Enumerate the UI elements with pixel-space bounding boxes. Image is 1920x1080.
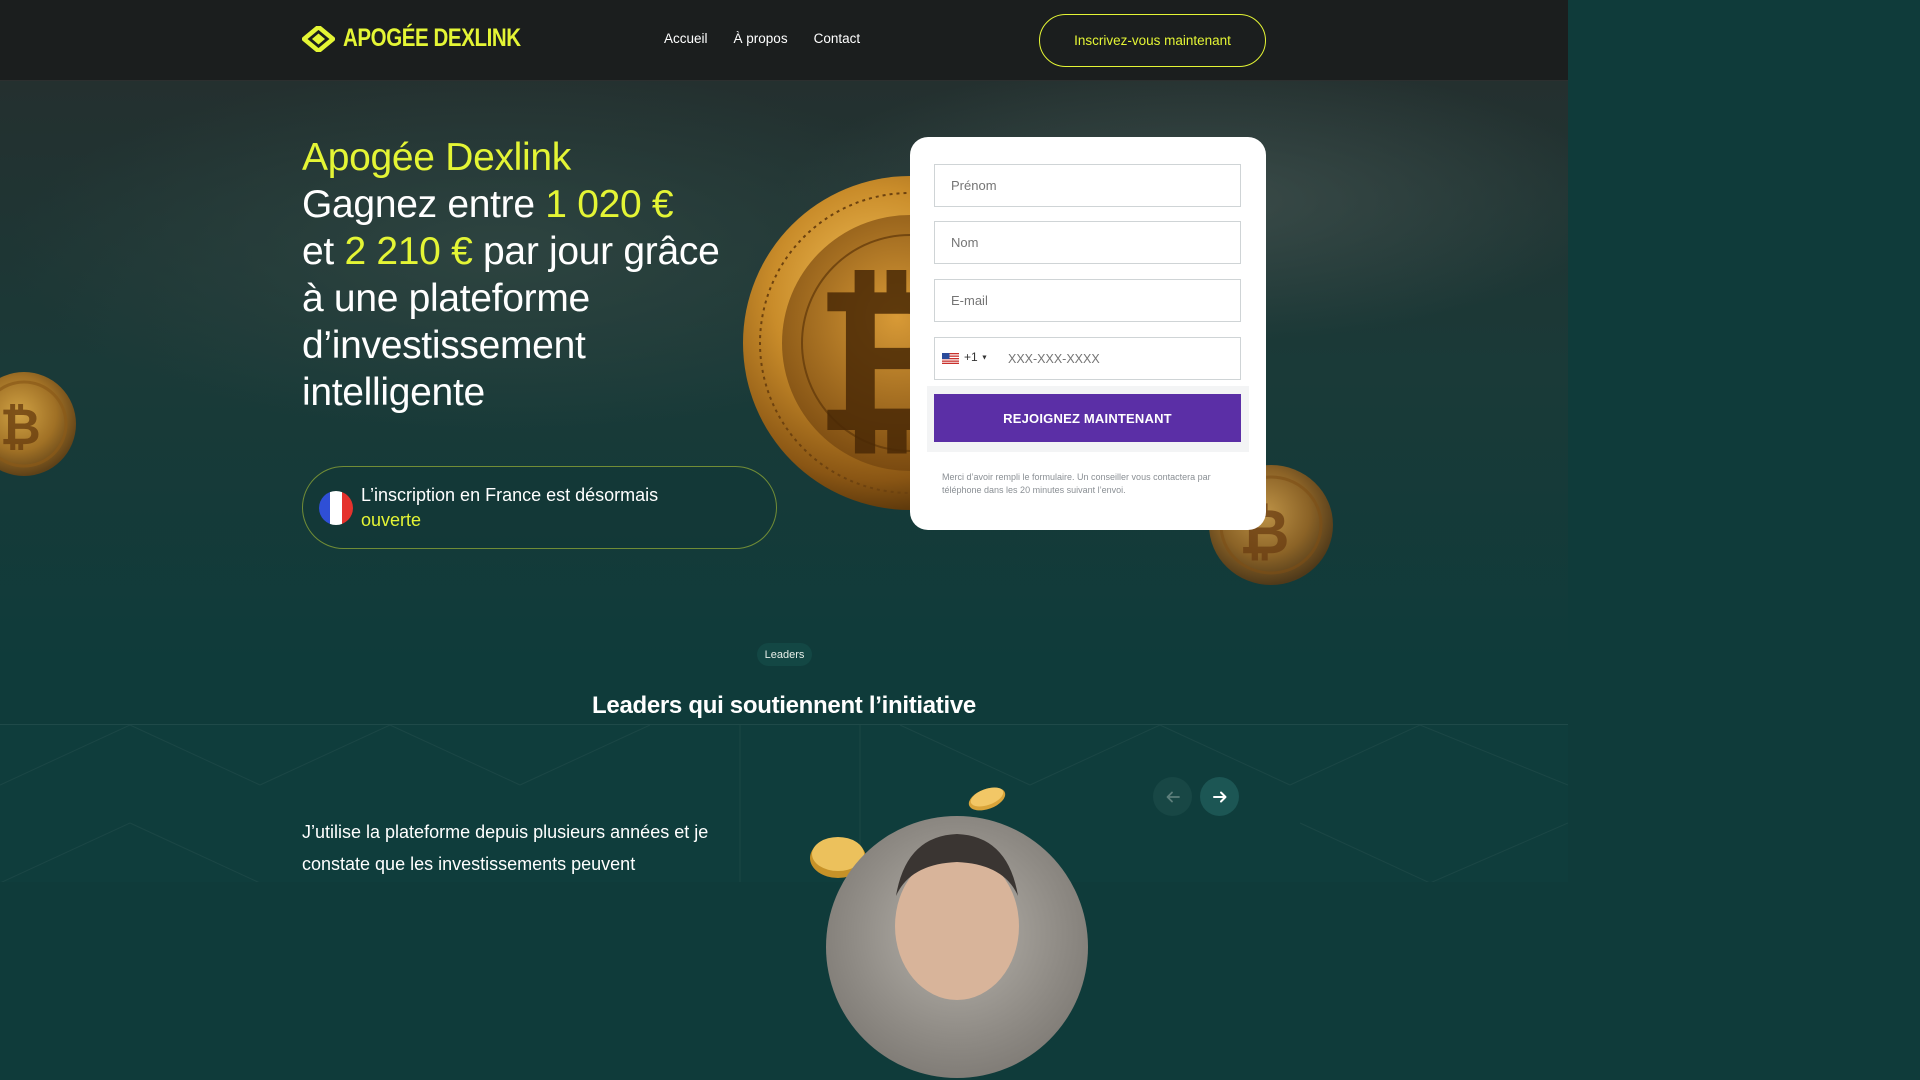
section-title: Leaders qui soutiennent l’initiative bbox=[592, 692, 976, 719]
us-flag-icon[interactable] bbox=[942, 353, 959, 364]
first-name-field[interactable] bbox=[934, 164, 1241, 207]
person-avatar-icon bbox=[895, 834, 1019, 1000]
logo-icon bbox=[302, 25, 335, 52]
chevron-down-icon: ▼ bbox=[981, 354, 988, 362]
leaders-pill: Leaders bbox=[757, 643, 812, 666]
arrow-left-icon bbox=[1166, 791, 1180, 802]
hero-text-2: et bbox=[302, 230, 345, 273]
dial-code-value: +1 bbox=[964, 350, 978, 364]
main-nav: Accueil À propos Contact bbox=[664, 31, 860, 46]
hero-text-1: Gagnez entre bbox=[302, 183, 546, 226]
join-button[interactable]: REJOIGNEZ MAINTENANT bbox=[934, 394, 1241, 442]
signup-button[interactable]: Inscrivez-vous maintenant bbox=[1039, 14, 1266, 67]
france-text: L’inscription en France est désormais bbox=[361, 485, 659, 505]
site-header: APOGÉE DEXLINK Accueil À propos Contact … bbox=[0, 0, 1568, 81]
leaders-section-background bbox=[0, 724, 1568, 882]
nav-link-a-propos[interactable]: À propos bbox=[734, 31, 788, 46]
phone-input[interactable] bbox=[1008, 338, 1238, 379]
amount-min: 1 020 € bbox=[545, 183, 674, 226]
carousel-prev-button[interactable] bbox=[1153, 777, 1192, 816]
svg-text:₿: ₿ bbox=[0, 398, 41, 456]
nav-link-accueil[interactable]: Accueil bbox=[664, 31, 708, 46]
france-registration-banner: L’inscription en France est désormais ou… bbox=[302, 466, 777, 549]
hero-background: ₿ ₿ ₿ bbox=[0, 81, 1568, 725]
pattern-lines bbox=[0, 725, 1568, 882]
email-field[interactable] bbox=[934, 279, 1241, 322]
nav-link-contact[interactable]: Contact bbox=[814, 31, 861, 46]
brand-name: APOGÉE DEXLINK bbox=[343, 24, 521, 52]
leader-portrait bbox=[826, 816, 1088, 1078]
bitcoin-coin-icon: ₿ bbox=[0, 372, 76, 476]
gold-coin-icon bbox=[968, 787, 1006, 811]
hero-brand: Apogée Dexlink bbox=[302, 136, 571, 179]
signup-form: +1 ▼ REJOIGNEZ MAINTENANT Merci d’avoir … bbox=[910, 137, 1266, 530]
last-name-field[interactable] bbox=[934, 221, 1241, 264]
hero-title: Apogée Dexlink Gagnez entre 1 020 € et 2… bbox=[302, 134, 732, 416]
arrow-right-icon bbox=[1212, 791, 1226, 802]
logo[interactable]: APOGÉE DEXLINK bbox=[302, 24, 560, 53]
submit-wrapper: REJOIGNEZ MAINTENANT bbox=[927, 386, 1249, 452]
phone-field: +1 ▼ bbox=[934, 337, 1241, 380]
france-flag-icon bbox=[319, 491, 353, 525]
france-banner-text: L’inscription en France est désormais ou… bbox=[361, 483, 658, 533]
form-note: Merci d’avoir rempli le formulaire. Un c… bbox=[942, 472, 1211, 495]
france-accent: ouverte bbox=[361, 510, 422, 530]
amount-max: 2 210 € bbox=[344, 230, 473, 273]
dial-code[interactable]: +1 ▼ bbox=[964, 350, 988, 364]
carousel-next-button[interactable] bbox=[1200, 777, 1239, 816]
testimonial-text: J’utilise la plateforme depuis plusieurs… bbox=[302, 822, 709, 874]
